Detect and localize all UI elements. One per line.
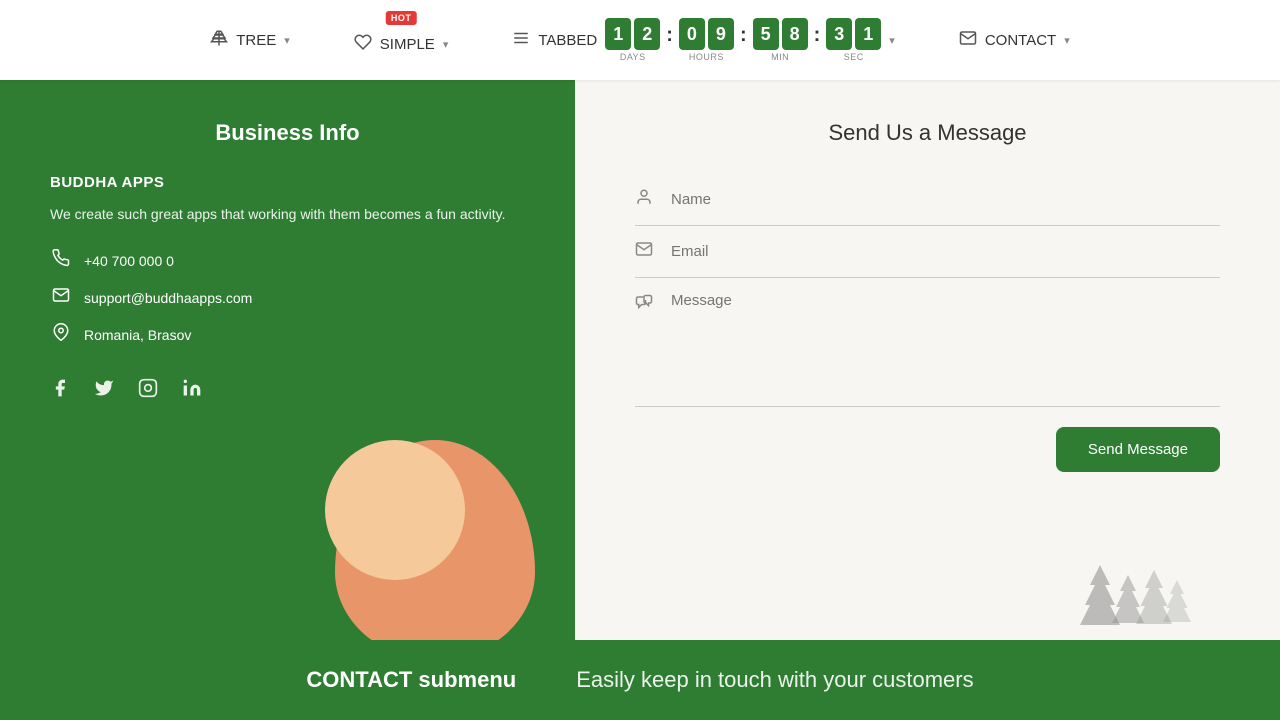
decorative-circle (325, 440, 465, 580)
send-message-button[interactable]: Send Message (1056, 427, 1220, 472)
nav-tabbed-label: TABBED (538, 32, 597, 49)
contact-chevron: ▾ (1064, 34, 1070, 47)
hours-digit-1: 0 (679, 18, 705, 50)
tree-chevron: ▾ (284, 34, 290, 47)
right-panel: Send Us a Message (575, 80, 1280, 640)
linkedin-icon[interactable] (182, 378, 202, 404)
nav-item-tabbed[interactable]: TABBED 1 2 DAYS : 0 9 HOURS : 5 (500, 10, 906, 70)
hours-label: HOURS (689, 52, 724, 62)
days-digit-2: 2 (634, 18, 660, 50)
social-icons (50, 378, 525, 404)
instagram-icon[interactable] (138, 378, 158, 404)
email-row: support@buddhaapps.com (50, 286, 525, 309)
business-info-title: Business Info (50, 120, 525, 146)
main-content: Business Info BUDDHA APPS We create such… (0, 80, 1280, 640)
location-row: Romania, Brasov (50, 323, 525, 346)
email-form-icon (635, 240, 657, 263)
min-digit-1: 5 (753, 18, 779, 50)
nav-simple-label: SIMPLE (380, 36, 435, 53)
nav-item-contact[interactable]: CONTACT ▾ (947, 21, 1082, 60)
phone-icon (50, 249, 72, 272)
company-name: BUDDHA APPS (50, 174, 525, 191)
navbar: TREE ▾ HOT SIMPLE ▾ TABBED 1 (0, 0, 1280, 80)
email-field (635, 226, 1220, 278)
message-field (635, 278, 1220, 407)
nav-item-simple[interactable]: HOT SIMPLE ▾ (342, 17, 461, 64)
email-address: support@buddhaapps.com (84, 290, 252, 306)
min-label: MIN (771, 52, 789, 62)
days-label: DAYS (620, 52, 646, 62)
countdown-days: 1 2 DAYS (605, 18, 660, 62)
colon-2: : (738, 24, 749, 47)
send-btn-row: Send Message (635, 427, 1220, 472)
name-field (635, 174, 1220, 226)
name-input[interactable] (671, 191, 1220, 208)
heart-icon (354, 33, 372, 56)
left-panel: Business Info BUDDHA APPS We create such… (0, 80, 575, 640)
hours-digit-2: 9 (708, 18, 734, 50)
nav-tree-label: TREE (236, 32, 276, 49)
phone-row: +40 700 000 0 (50, 249, 525, 272)
contact-info: +40 700 000 0 support@buddhaapps.com (50, 249, 525, 346)
tabbed-chevron: ▾ (889, 34, 895, 47)
simple-chevron: ▾ (443, 38, 449, 51)
countdown-hours: 0 9 HOURS (679, 18, 734, 62)
user-icon (635, 188, 657, 211)
message-input[interactable] (671, 292, 1220, 392)
countdown-minutes: 5 8 MIN (753, 18, 808, 62)
days-digit-1: 1 (605, 18, 631, 50)
form-title: Send Us a Message (635, 120, 1220, 146)
countdown: 1 2 DAYS : 0 9 HOURS : 5 8 MIN (605, 18, 881, 62)
colon-3: : (812, 24, 823, 47)
nav-contact-label: CONTACT (985, 32, 1056, 49)
sec-label: SEC (844, 52, 864, 62)
footer-submenu-label: CONTACT submenu (306, 667, 516, 693)
sec-digit-2: 1 (855, 18, 881, 50)
location-text: Romania, Brasov (84, 327, 191, 343)
email-input[interactable] (671, 243, 1220, 260)
twitter-icon[interactable] (94, 378, 114, 404)
company-description: We create such great apps that working w… (50, 203, 525, 225)
sec-digit-1: 3 (826, 18, 852, 50)
phone-number: +40 700 000 0 (84, 253, 174, 269)
hot-badge: HOT (386, 11, 417, 25)
colon-1: : (664, 24, 675, 47)
facebook-icon[interactable] (50, 378, 70, 404)
bottom-bar: CONTACT submenu Easily keep in touch wit… (0, 640, 1280, 720)
footer-submenu-desc: Easily keep in touch with your customers (576, 667, 973, 693)
countdown-seconds: 3 1 SEC (826, 18, 881, 62)
nav-item-tree[interactable]: TREE ▾ (198, 21, 302, 60)
email-icon (50, 286, 72, 309)
trees-decoration (1080, 565, 1200, 635)
tree-icon (210, 29, 228, 52)
tabbed-icon (512, 29, 530, 52)
min-digit-2: 8 (782, 18, 808, 50)
message-icon (635, 294, 657, 317)
contact-icon (959, 29, 977, 52)
location-icon (50, 323, 72, 346)
